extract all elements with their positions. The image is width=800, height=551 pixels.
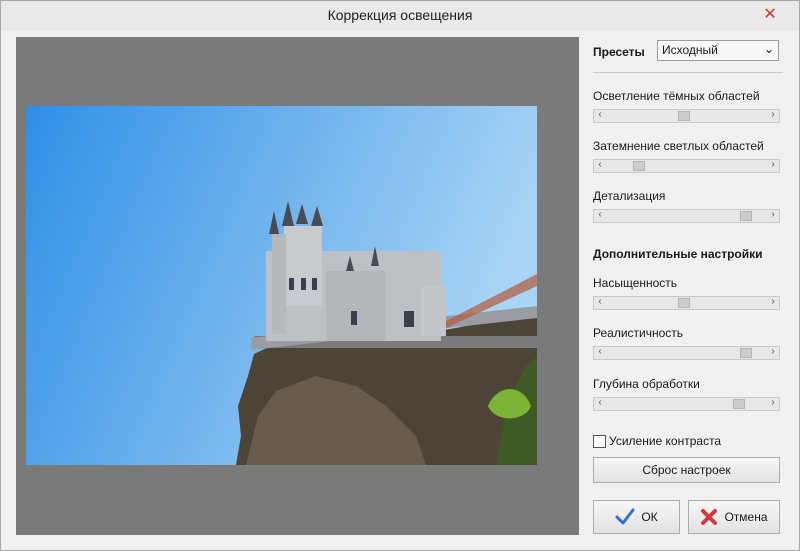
chevron-left-icon[interactable]: ‹ (595, 296, 605, 307)
checkmark-icon (615, 508, 635, 526)
advanced-settings-title: Дополнительные настройки (593, 247, 763, 261)
titlebar: Коррекция освещения ✕ (1, 1, 799, 31)
slider-label-saturation: Насыщенность (593, 276, 678, 290)
contrast-boost-option[interactable]: Усиление контраста (593, 434, 721, 448)
saturation-slider[interactable]: ‹ › (593, 296, 780, 310)
reset-settings-button[interactable]: Сброс настроек (593, 457, 780, 483)
chevron-left-icon[interactable]: ‹ (595, 109, 605, 120)
slider-thumb[interactable] (732, 399, 745, 409)
slider-thumb[interactable] (677, 111, 690, 121)
chevron-right-icon[interactable]: › (768, 109, 778, 120)
detail-slider[interactable]: ‹ › (593, 209, 780, 223)
chevron-left-icon[interactable]: ‹ (595, 346, 605, 357)
slider-label-brighten-shadows: Осветление тёмных областей (593, 89, 760, 103)
slider-thumb[interactable] (740, 211, 753, 221)
chevron-down-icon: ⌄ (763, 42, 774, 56)
settings-panel: Пресеты Исходный ⌄ Осветление тёмных обл… (593, 37, 783, 537)
processing-depth-slider[interactable]: ‹ › (593, 397, 780, 411)
slider-label-detail: Детализация (593, 189, 666, 203)
chevron-right-icon[interactable]: › (768, 397, 778, 408)
chevron-left-icon[interactable]: ‹ (595, 159, 605, 170)
slider-thumb[interactable] (677, 298, 690, 308)
slider-label-darken-highlights: Затемнение светлых областей (593, 139, 764, 153)
cancel-button[interactable]: Отмена (688, 500, 780, 534)
ok-button[interactable]: ОК (593, 500, 680, 534)
presets-dropdown[interactable]: Исходный ⌄ (657, 40, 779, 61)
contrast-boost-label: Усиление контраста (609, 434, 722, 448)
contrast-boost-checkbox[interactable] (593, 434, 606, 448)
slider-label-processing-depth: Глубина обработки (593, 377, 700, 391)
dialog-title: Коррекция освещения (327, 7, 473, 23)
chevron-right-icon[interactable]: › (768, 209, 778, 220)
chevron-right-icon[interactable]: › (768, 296, 778, 307)
chevron-right-icon[interactable]: › (768, 346, 778, 357)
presets-selected-value: Исходный (662, 43, 718, 57)
divider (593, 72, 783, 73)
dialog-window: Коррекция освещения ✕ Пресеты Исходный ⌄… (0, 0, 800, 551)
chevron-right-icon[interactable]: › (768, 159, 778, 170)
realism-slider[interactable]: ‹ › (593, 346, 780, 360)
chevron-left-icon[interactable]: ‹ (595, 209, 605, 220)
close-icon: ✕ (763, 6, 777, 23)
darken-highlights-slider[interactable]: ‹ › (593, 159, 780, 173)
image-preview-area (16, 37, 579, 535)
ok-button-label: ОК (641, 510, 658, 524)
preview-photo (26, 106, 537, 465)
chevron-left-icon[interactable]: ‹ (595, 397, 605, 408)
brighten-shadows-slider[interactable]: ‹ › (593, 109, 780, 123)
cross-icon (700, 508, 718, 526)
presets-label: Пресеты (593, 45, 645, 59)
reset-button-label: Сброс настроек (642, 463, 731, 477)
slider-thumb[interactable] (740, 348, 753, 358)
cancel-button-label: Отмена (724, 510, 768, 524)
slider-label-realism: Реалистичность (593, 326, 684, 340)
close-button[interactable]: ✕ (759, 5, 781, 23)
slider-thumb[interactable] (632, 161, 645, 171)
